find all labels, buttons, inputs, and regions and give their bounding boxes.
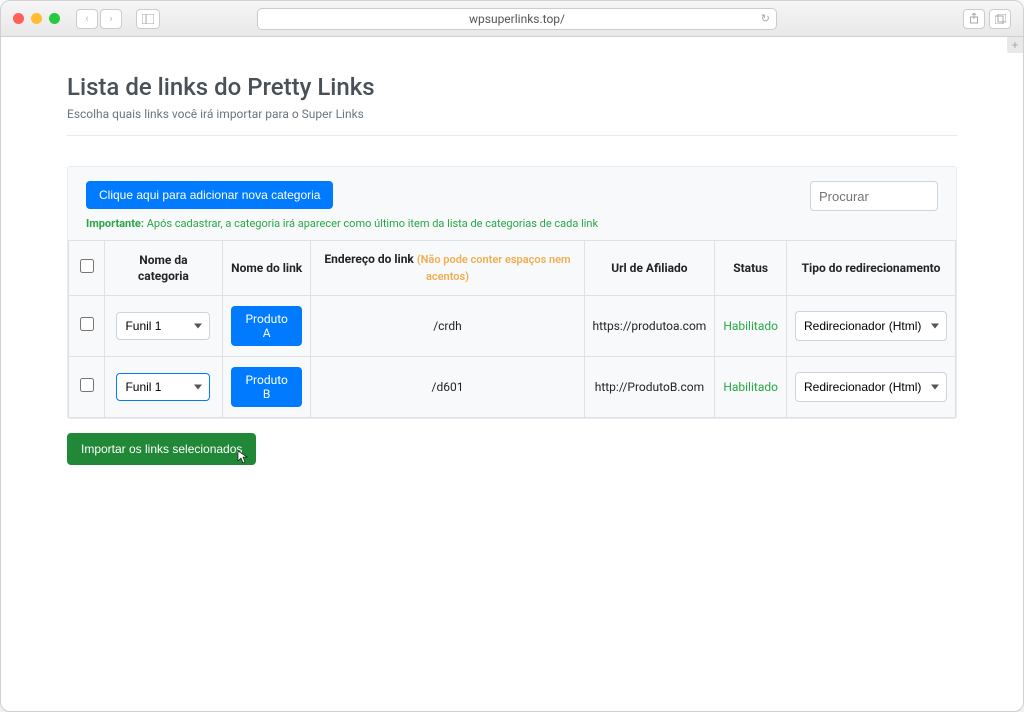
table-row: Funil 1 Produto B /d601 http://ProdutoB.… xyxy=(69,356,956,417)
row-checkbox[interactable] xyxy=(80,378,94,392)
page-subtitle: Escolha quais links você irá importar pa… xyxy=(67,107,957,121)
note-label: Importante: xyxy=(86,217,144,230)
status-badge: Habilitado xyxy=(723,380,778,394)
select-all-header xyxy=(69,241,105,296)
redirect-select[interactable]: Redirecionador (Html) xyxy=(795,311,947,341)
back-button[interactable]: ‹ xyxy=(76,9,98,29)
col-link-name: Nome do link xyxy=(222,241,311,296)
address-cell: /crdh xyxy=(311,295,584,356)
new-tab-button[interactable]: + xyxy=(1007,37,1023,53)
col-status: Status xyxy=(715,241,787,296)
sidebar-toggle-button[interactable] xyxy=(136,9,160,29)
col-affiliate: Url de Afiliado xyxy=(584,241,715,296)
address-bar[interactable]: wpsuperlinks.top/ ↻ xyxy=(257,8,777,30)
browser-window: ‹ › wpsuperlinks.top/ ↻ + Lista de links… xyxy=(0,0,1024,712)
add-category-button[interactable]: Clique aqui para adicionar nova categori… xyxy=(86,181,333,209)
page-content: Lista de links do Pretty Links Escolha q… xyxy=(1,37,1023,485)
link-name-button[interactable]: Produto A xyxy=(231,306,303,346)
category-select[interactable]: Funil 1 xyxy=(116,373,210,401)
reload-icon[interactable]: ↻ xyxy=(761,12,770,25)
page-title: Lista de links do Pretty Links xyxy=(67,73,957,101)
table-row: Funil 1 Produto A /crdh https://produtoa… xyxy=(69,295,956,356)
panel-header: Clique aqui para adicionar nova categori… xyxy=(68,167,956,240)
col-redirect: Tipo do redirecionamento xyxy=(786,241,955,296)
affiliate-cell: https://produtoa.com xyxy=(584,295,715,356)
forward-button[interactable]: › xyxy=(100,9,122,29)
maximize-icon[interactable] xyxy=(49,13,60,24)
links-table: Nome da categoria Nome do link Endereço … xyxy=(68,240,956,418)
address-hint: (Não pode conter espaços nem acentos) xyxy=(417,253,571,283)
affiliate-cell: http://ProdutoB.com xyxy=(584,356,715,417)
table-header-row: Nome da categoria Nome do link Endereço … xyxy=(69,241,956,296)
note-text: Após cadastrar, a categoria irá aparecer… xyxy=(147,217,598,230)
panel-note: Importante: Após cadastrar, a categoria … xyxy=(86,217,798,230)
address-cell: /d601 xyxy=(311,356,584,417)
nav-buttons: ‹ › xyxy=(76,9,122,29)
divider xyxy=(67,135,957,136)
row-checkbox[interactable] xyxy=(80,317,94,331)
link-name-button[interactable]: Produto B xyxy=(231,367,303,407)
redirect-select[interactable]: Redirecionador (Html) xyxy=(795,372,947,402)
import-selected-button[interactable]: Importar os links selecionados xyxy=(67,433,256,465)
status-badge: Habilitado xyxy=(723,319,778,333)
links-panel: Clique aqui para adicionar nova categori… xyxy=(67,166,957,419)
share-button[interactable] xyxy=(963,9,985,29)
tabs-button[interactable] xyxy=(989,9,1011,29)
browser-toolbar: ‹ › wpsuperlinks.top/ ↻ xyxy=(1,1,1023,37)
category-select[interactable]: Funil 1 xyxy=(116,312,210,340)
col-category: Nome da categoria xyxy=(105,241,223,296)
window-controls xyxy=(13,13,60,24)
minimize-icon[interactable] xyxy=(31,13,42,24)
col-address: Endereço do link (Não pode conter espaço… xyxy=(311,241,584,296)
close-icon[interactable] xyxy=(13,13,24,24)
search-input[interactable] xyxy=(810,181,938,211)
url-text: wpsuperlinks.top/ xyxy=(469,12,565,26)
select-all-checkbox[interactable] xyxy=(80,259,94,273)
